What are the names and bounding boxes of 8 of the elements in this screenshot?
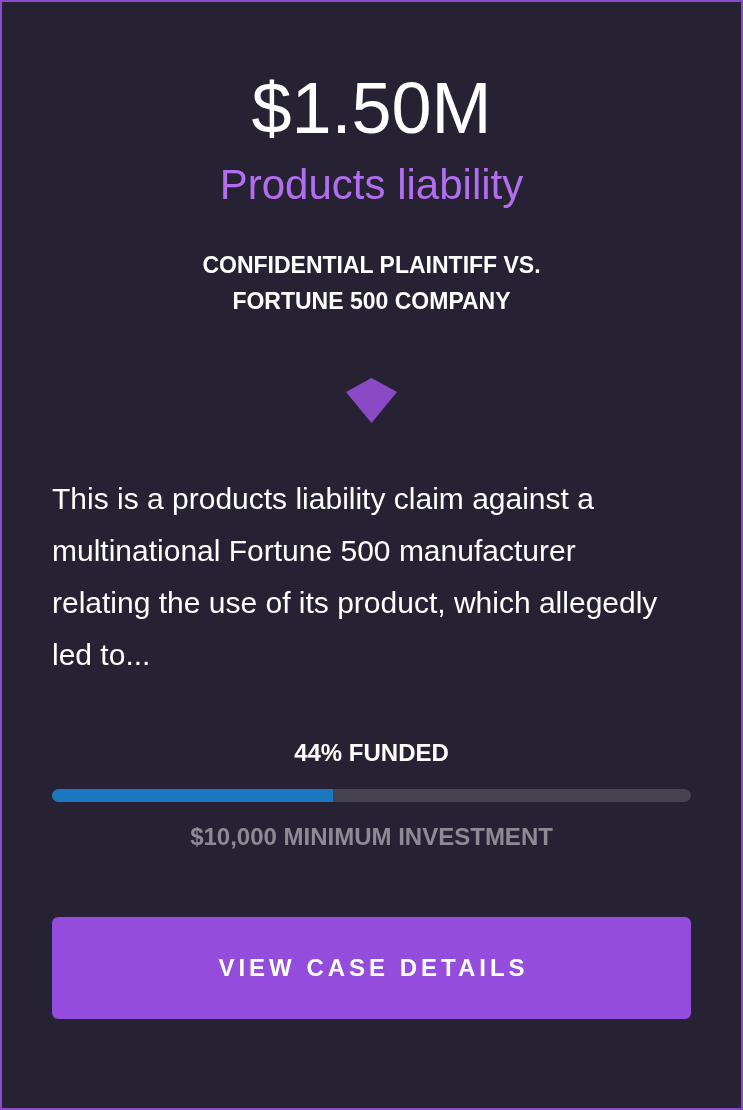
amount-text: $1.50M	[251, 72, 492, 144]
case-description: This is a products liability claim against a multinational Fortune 500 manufacturer relating the use of its product, which allegedly led to...	[52, 481, 659, 673]
case-title: CONFIDENTIAL PLAINTIFF VS. FORTUNE 500 COMPANY	[201, 251, 542, 316]
view-case-details-button[interactable]: VIEW CASE DETAILS	[52, 916, 691, 1019]
category-text: Products liability	[219, 164, 524, 206]
funded-label: 44% FUNDED	[294, 739, 449, 768]
gem-icon	[346, 378, 397, 423]
minimum-investment-text: $10,000 MINIMUM INVESTMENT	[190, 822, 553, 852]
